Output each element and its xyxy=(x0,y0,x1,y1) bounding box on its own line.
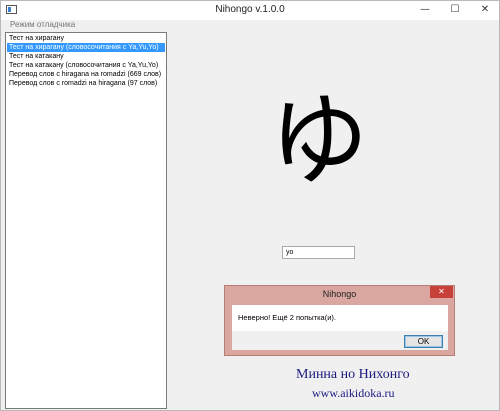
title-bar: Nihongo v.1.0.0 — ☐ ✕ xyxy=(1,1,499,20)
dialog-footer: OK xyxy=(232,331,448,350)
test-list[interactable]: Тест на хирагану Тест на хирагану (слово… xyxy=(5,32,167,409)
list-item-selected[interactable]: Тест на хирагану (словосочитания с Ya,Yu… xyxy=(7,43,165,52)
list-item[interactable]: Тест на хирагану xyxy=(7,34,165,43)
list-item[interactable]: Перевод слов с hiragana на romadzi (669 … xyxy=(7,70,165,79)
dialog-message: Неверно! Ещё 2 попытка(и). xyxy=(238,313,336,322)
maximize-button[interactable]: ☐ xyxy=(441,1,469,20)
kana-character: ゆ xyxy=(269,82,369,199)
ok-button[interactable]: OK xyxy=(404,335,443,348)
message-dialog: Nihongo ✕ Неверно! Ещё 2 попытка(и). OK xyxy=(224,285,455,356)
close-button[interactable]: ✕ xyxy=(471,1,499,20)
minimize-button[interactable]: — xyxy=(411,1,439,20)
menu-debug-mode[interactable]: Режим отладчика xyxy=(10,20,75,29)
watermark-title: Минна но Нихонго xyxy=(296,367,410,382)
main-window: Nihongo v.1.0.0 — ☐ ✕ Режим отладчика Те… xyxy=(0,0,500,411)
answer-input[interactable]: yo xyxy=(282,246,355,259)
watermark-url: www.aikidoka.ru xyxy=(312,386,395,400)
list-item[interactable]: Тест на катакану (словосочитания с Ya,Yu… xyxy=(7,61,165,70)
list-item[interactable]: Тест на катакану xyxy=(7,52,165,61)
dialog-title: Nihongo xyxy=(322,289,357,299)
dialog-close-button[interactable]: ✕ xyxy=(430,286,453,298)
menu-bar: Режим отладчика xyxy=(1,20,499,31)
list-item[interactable]: Перевод слов с romadzi на hiragana (97 с… xyxy=(7,79,165,88)
dialog-body: Неверно! Ещё 2 попытка(и). xyxy=(232,305,448,331)
